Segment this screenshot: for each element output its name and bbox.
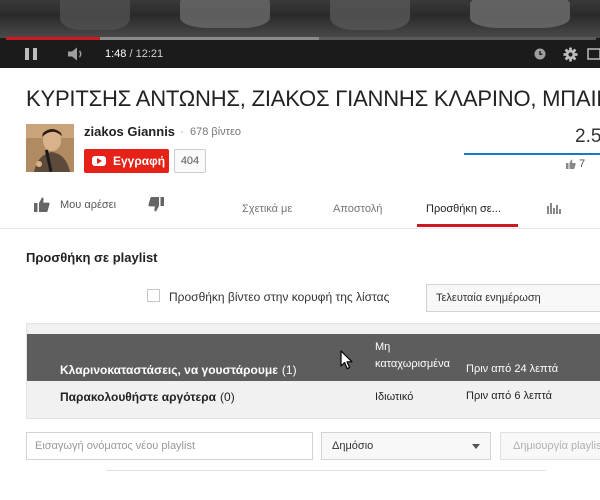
new-playlist-name-input[interactable] — [26, 432, 313, 460]
playlist-updated: Πριν από 6 λεπτά — [466, 390, 553, 402]
add-to-top-label[interactable]: Προσθήκη βίντεο στην κορυφή της λίστας — [169, 290, 389, 304]
add-to-top-checkbox[interactable] — [147, 289, 160, 302]
active-tab-indicator — [417, 224, 518, 227]
playlist-list: Κλαρινοκαταστάσεις, να γουστάρουμε (1) Μη… — [26, 323, 600, 419]
divider — [0, 228, 600, 229]
playlist-privacy: Ιδιωτικό — [375, 391, 414, 403]
subscribe-button[interactable]: Εγγραφή — [84, 149, 169, 173]
playlist-name: Κλαρινοκαταστάσεις, να γουστάρουμε (1) — [60, 363, 297, 377]
thumbs-up-icon — [34, 197, 50, 212]
divider — [106, 470, 546, 471]
playlist-privacy: Μη καταχωρισμένα — [375, 341, 450, 370]
like-dislike-bar — [464, 153, 600, 155]
view-count: 2.5 — [575, 126, 600, 147]
like-count: 7 — [566, 158, 585, 170]
watch-later-button[interactable] — [532, 45, 548, 63]
like-button[interactable]: Μου αρέσει — [34, 197, 116, 212]
panel-title: Προσθήκη σε playlist — [26, 250, 158, 265]
create-playlist-button[interactable]: Δημιουργία playlist — [500, 432, 600, 460]
sort-select-value: Τελευταία ενημέρωση — [436, 292, 541, 304]
pause-button[interactable] — [22, 45, 40, 63]
pause-icon — [23, 48, 39, 60]
time-display: 1:48 / 12:21 — [105, 48, 163, 60]
clock-icon — [534, 48, 546, 60]
channel-name[interactable]: ziakos Giannis — [84, 124, 175, 139]
volume-icon — [68, 47, 82, 61]
playlist-updated: Πριν από 24 λεπτά — [466, 363, 559, 375]
tab-share[interactable]: Αποστολή — [333, 203, 382, 215]
like-count-value: 7 — [579, 158, 586, 170]
dislike-button[interactable] — [148, 197, 164, 212]
video-frame[interactable] — [0, 0, 600, 38]
tab-statistics[interactable] — [547, 202, 561, 217]
video-player[interactable]: 1:48 / 12:21 — [0, 0, 600, 68]
size-icon — [587, 48, 600, 60]
playlist-count: (0) — [220, 390, 235, 404]
playlist-row[interactable]: Κλαρινοκαταστάσεις, να γουστάρουμε (1) Μη… — [27, 334, 600, 381]
time-separator: / — [126, 48, 136, 60]
youtube-logo-icon — [92, 156, 106, 166]
stats-icon — [547, 203, 561, 214]
player-size-button[interactable] — [586, 45, 600, 63]
privacy-select-value: Δημόσιο — [332, 440, 374, 452]
playlist-row[interactable]: Παρακολουθήστε αργότερα (0) Ιδιωτικό Πριν… — [27, 381, 600, 419]
mouse-cursor-icon — [340, 350, 353, 370]
tab-add-to[interactable]: Προσθήκη σε... — [426, 203, 501, 215]
channel-separator: · — [180, 124, 184, 138]
settings-button[interactable] — [562, 45, 578, 63]
volume-button[interactable] — [66, 45, 86, 63]
like-ratio-fill — [464, 153, 600, 155]
avatar-image — [26, 124, 74, 172]
create-playlist-label: Δημιουργία playlist — [513, 440, 600, 452]
player-controls: 1:48 / 12:21 — [0, 40, 600, 68]
privacy-select[interactable]: Δημόσιο — [321, 432, 491, 460]
sort-select[interactable]: Τελευταία ενημέρωση — [426, 284, 600, 312]
thumbs-up-icon — [566, 159, 576, 169]
gear-icon — [562, 46, 578, 62]
thumbs-down-icon — [148, 197, 164, 212]
chevron-down-icon — [472, 444, 480, 449]
video-title: ΚΥΡΙΤΣΗΣ ΑΝΤΩΝΗΣ, ΖΙΑΚΟΣ ΓΙΑΝΝΗΣ ΚΛΑΡΙΝΟ… — [26, 86, 600, 111]
tab-about[interactable]: Σχετικά με — [242, 203, 292, 215]
channel-avatar[interactable] — [26, 124, 74, 172]
current-time: 1:48 — [105, 48, 127, 60]
duration: 12:21 — [135, 48, 164, 60]
playlist-count: (1) — [281, 363, 297, 377]
channel-video-count[interactable]: 678 βίντεο — [190, 126, 241, 138]
subscribe-label: Εγγραφή — [113, 154, 166, 168]
subscriber-count: 404 — [174, 149, 206, 173]
playlist-name: Παρακολουθήστε αργότερα (0) — [60, 390, 235, 404]
like-button-label: Μου αρέσει — [60, 198, 117, 211]
